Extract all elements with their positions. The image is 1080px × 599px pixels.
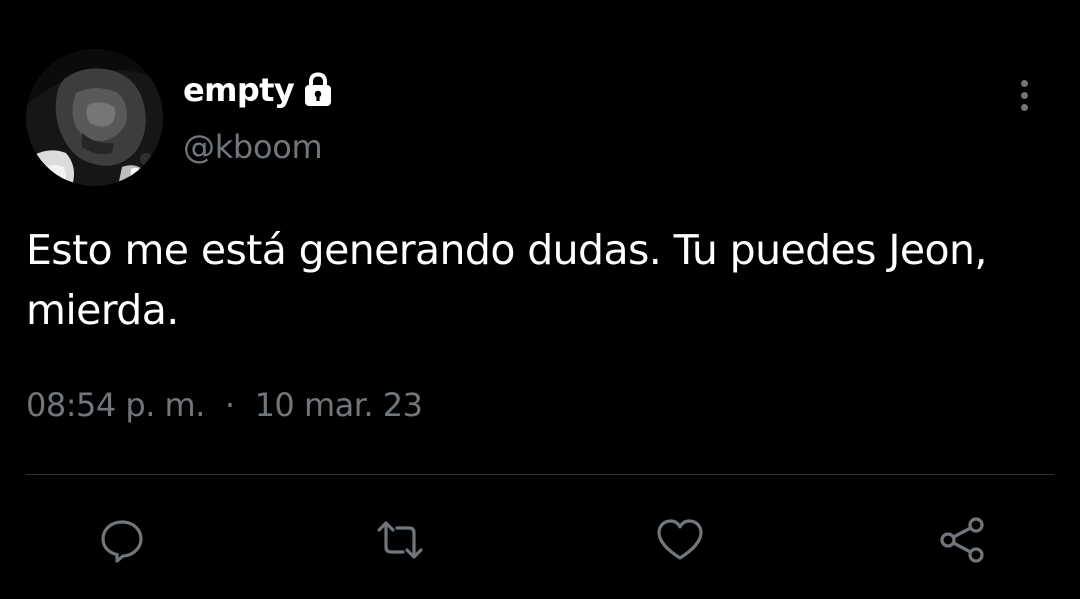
handle[interactable]: @kboom [183, 128, 323, 166]
divider [26, 474, 1054, 475]
more-dot [1020, 103, 1028, 111]
avatar-photo [26, 49, 163, 186]
meta-separator: · [224, 386, 235, 424]
tweet-time[interactable]: 08:54 p. m. [26, 386, 205, 424]
tweet-text: Esto me está generando dudas. Tu puedes … [26, 226, 1000, 334]
share-icon [940, 517, 984, 563]
tweet-meta: 08:54 p. m. · 10 mar. 23 [26, 386, 423, 424]
more-dot [1020, 91, 1028, 99]
more-vertical-icon [1020, 79, 1028, 87]
tweet-date[interactable]: 10 mar. 23 [255, 386, 423, 424]
reply-button[interactable] [96, 515, 148, 565]
display-name-row: empty [183, 66, 335, 114]
more-options-button[interactable] [1005, 72, 1043, 118]
retweet-icon [377, 521, 423, 559]
display-name[interactable]: empty [183, 71, 295, 109]
share-button[interactable] [936, 515, 988, 565]
tweet-card: empty @kboom Esto me está generando duda… [0, 0, 1080, 599]
reply-icon [101, 520, 143, 563]
like-button[interactable] [654, 515, 706, 565]
lock-icon [305, 72, 332, 106]
retweet-button[interactable] [374, 515, 426, 565]
heart-icon [657, 519, 703, 560]
avatar[interactable] [26, 49, 163, 186]
